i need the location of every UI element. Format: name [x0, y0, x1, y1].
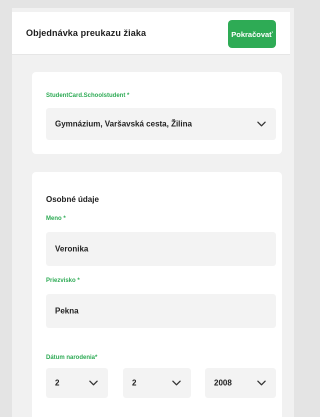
- dob-year-select[interactable]: 2008: [205, 368, 276, 398]
- school-select[interactable]: Gymnázium, Varšavská cesta, Žilina: [46, 108, 276, 140]
- page-title: Objednávka preukazu žiaka: [26, 28, 147, 38]
- last-name-label: Priezvisko *: [46, 278, 80, 284]
- chevron-down-icon: [89, 380, 98, 386]
- continue-button[interactable]: Pokračovať: [228, 20, 276, 48]
- dob-label: Dátum narodenia*: [46, 355, 98, 361]
- first-name-field[interactable]: Veronika: [46, 232, 276, 266]
- last-name-value: Pekna: [55, 306, 79, 316]
- dob-year-value: 2008: [214, 378, 232, 388]
- chevron-down-icon: [257, 380, 266, 386]
- dob-month-select[interactable]: 2: [123, 368, 191, 398]
- school-select-value: Gymnázium, Varšavská cesta, Žilina: [55, 119, 192, 129]
- section-title-personal: Osobné údaje: [46, 195, 99, 204]
- dob-day-select[interactable]: 2: [46, 368, 108, 398]
- chevron-down-icon: [257, 121, 266, 127]
- dob-day-value: 2: [55, 378, 60, 388]
- school-label: StudentCard.Schoolstudent *: [46, 93, 130, 99]
- first-name-label: Meno *: [46, 216, 66, 222]
- first-name-value: Veronika: [55, 244, 89, 254]
- last-name-field[interactable]: Pekna: [46, 294, 276, 328]
- chevron-down-icon: [172, 380, 181, 386]
- dob-month-value: 2: [132, 378, 137, 388]
